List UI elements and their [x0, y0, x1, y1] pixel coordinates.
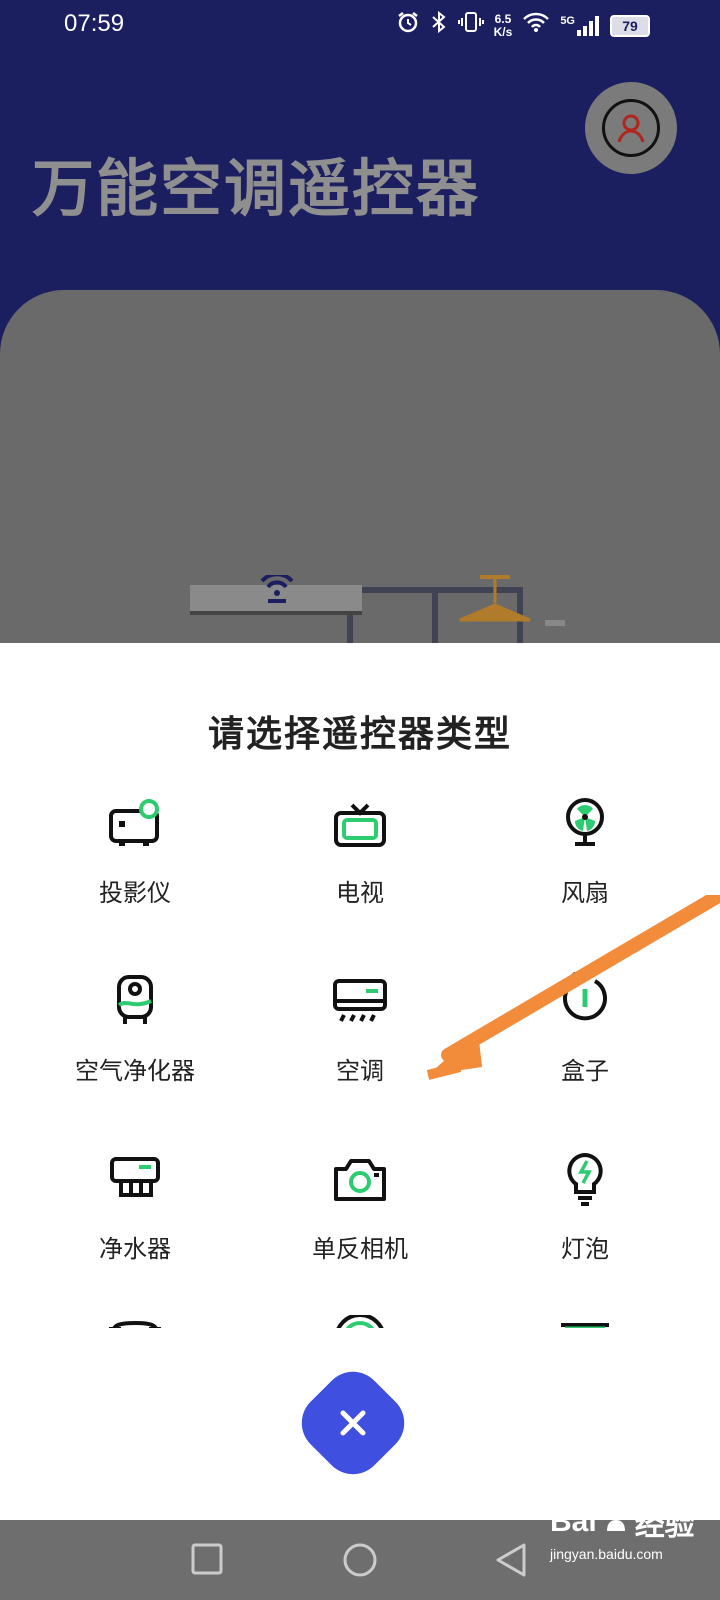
fan-icon [566, 798, 604, 846]
table-lamp-icon [561, 1323, 609, 1328]
battery-indicator: 79 [610, 14, 650, 37]
network-type: 5G [560, 14, 575, 27]
type-label: 单反相机 [312, 1235, 408, 1263]
type-item-partial-3[interactable] [465, 1315, 705, 1328]
speed-value: 6.5 [494, 11, 512, 26]
bluetooth-icon [430, 10, 448, 41]
type-item-projector[interactable]: 投影仪 [15, 793, 255, 973]
camera-icon [334, 1159, 386, 1201]
baidu-watermark: Bai 经验 jingyan.baidu.com [550, 1500, 695, 1562]
close-icon [340, 1410, 366, 1436]
air-conditioner-icon [333, 979, 387, 1022]
network-speed: 6.5 K/s [493, 11, 513, 39]
bulb-icon [567, 1152, 603, 1206]
type-item-water-purifier[interactable]: 净水器 [15, 1149, 255, 1328]
app-screen: 07:59 6.5 K/s 5G 79 万能空调遥控器 请选择遥控器类型 投影仪… [0, 0, 720, 1600]
status-time: 07:59 [64, 10, 125, 37]
sheet-title: 请选择遥控器类型 [207, 713, 512, 755]
status-icons: 6.5 K/s 5G 79 [396, 10, 650, 41]
back-icon[interactable] [494, 1542, 528, 1578]
watermark-suffix: 经验 [634, 1509, 695, 1542]
wifi-icon [522, 11, 550, 40]
status-bar: 07:59 6.5 K/s 5G 79 [0, 0, 720, 50]
type-label: 投影仪 [99, 879, 171, 907]
type-item-partial-2[interactable] [240, 1315, 480, 1328]
type-label: 空气净化器 [75, 1057, 195, 1085]
sofa-icon [109, 1320, 161, 1328]
avatar [602, 99, 660, 157]
cellular-icon: 5G [560, 15, 600, 37]
router-icon [336, 1315, 384, 1328]
user-icon [617, 114, 645, 143]
type-item-air-purifier[interactable]: 空气净化器 [15, 971, 255, 1151]
recents-icon[interactable] [190, 1542, 224, 1576]
vibrate-icon [457, 10, 484, 41]
annotation-arrow [426, 895, 720, 1080]
type-label: 净水器 [99, 1235, 171, 1263]
close-button[interactable] [289, 1359, 417, 1487]
type-item-partial-1[interactable] [15, 1315, 255, 1328]
alarm-icon [396, 10, 420, 41]
watermark-url: jingyan.baidu.com [550, 1546, 663, 1562]
profile-button[interactable] [585, 82, 677, 174]
air-purifier-icon [117, 975, 153, 1024]
watermark-brand: Bai [550, 1505, 597, 1538]
paw-icon [604, 1508, 627, 1531]
water-purifier-icon [110, 1157, 160, 1197]
projector-icon [109, 799, 159, 846]
tv-icon [334, 803, 386, 847]
type-label: 灯泡 [561, 1235, 609, 1263]
watermark-logo: Bai 经验 [550, 1500, 695, 1544]
type-item-bulb[interactable]: 灯泡 [465, 1149, 705, 1328]
home-icon[interactable] [342, 1542, 378, 1578]
type-item-camera[interactable]: 单反相机 [240, 1149, 480, 1328]
room-illustration [190, 575, 565, 645]
speed-unit: K/s [493, 24, 513, 39]
app-title: 万能空调遥控器 [32, 152, 481, 225]
